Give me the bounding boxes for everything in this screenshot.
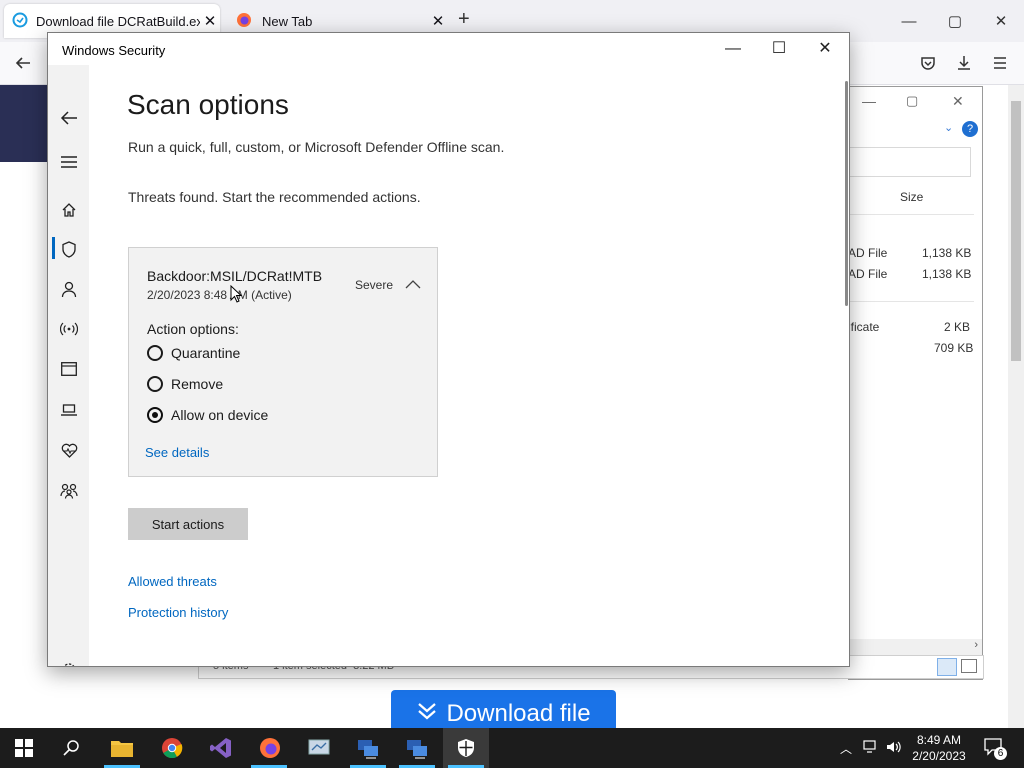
- start-button-icon[interactable]: [10, 734, 38, 762]
- radio-remove[interactable]: Remove: [147, 376, 223, 392]
- radio-circle-selected[interactable]: [147, 407, 163, 423]
- protection-history-link[interactable]: Protection history: [128, 605, 228, 620]
- close-button[interactable]: ✕: [802, 33, 848, 65]
- window-title: Windows Security: [62, 43, 166, 58]
- file-type: AD File: [848, 246, 888, 260]
- explorer-close-icon[interactable]: ✕: [952, 93, 964, 110]
- radio-label: Allow on device: [171, 407, 269, 423]
- visual-studio-icon[interactable]: [207, 734, 235, 762]
- remote-desktop-icon[interactable]: [403, 734, 431, 762]
- windows-security-window: Windows Security — ☐ ✕ Scan options Run …: [47, 32, 850, 667]
- app-browser-icon[interactable]: [56, 356, 82, 382]
- radio-circle[interactable]: [147, 376, 163, 392]
- action-options-label: Action options:: [147, 321, 239, 337]
- explorer-maximize-icon[interactable]: ▢: [906, 93, 918, 109]
- details-view-icon[interactable]: [937, 658, 957, 676]
- settings-icon[interactable]: [56, 657, 82, 666]
- selected-indicator: [52, 237, 55, 259]
- tiles-view-icon[interactable]: [961, 659, 977, 673]
- chevron-down-double-icon: [416, 700, 438, 728]
- file-size: 1,138 KB: [922, 267, 972, 281]
- threat-name: Backdoor:MSIL/DCRat!MTB: [147, 268, 323, 284]
- threats-found-text: Threats found. Start the recommended act…: [128, 189, 421, 205]
- chevron-up-tray-icon[interactable]: ︿: [840, 740, 852, 757]
- start-actions-button[interactable]: Start actions: [128, 508, 248, 540]
- browser-maximize-button[interactable]: ▢: [932, 8, 978, 36]
- shield-icon[interactable]: [56, 236, 82, 262]
- volume-icon[interactable]: [886, 740, 902, 759]
- see-details-link[interactable]: See details: [145, 445, 209, 460]
- page-scrollbar[interactable]: [1008, 85, 1024, 728]
- threat-date: 2/20/2023 8:48 AM (Active): [147, 288, 292, 302]
- downloads-icon[interactable]: [955, 54, 973, 77]
- network-app-icon[interactable]: [305, 734, 333, 762]
- firefox-icon: [236, 12, 254, 31]
- wireless-icon[interactable]: [56, 316, 82, 342]
- file-explorer-icon[interactable]: [108, 734, 136, 762]
- content-scrollbar[interactable]: [845, 81, 848, 306]
- clock-time: 8:49 AM: [916, 733, 962, 747]
- hamburger-menu-icon[interactable]: [991, 54, 1009, 77]
- file-size: 2 KB: [944, 320, 971, 334]
- radio-label: Remove: [171, 376, 224, 392]
- clock-date: 2/20/2023: [912, 749, 966, 763]
- radio-quarantine[interactable]: Quarantine: [147, 345, 240, 361]
- tab-label: Download file DCRatBuild.exe r: [36, 13, 200, 29]
- radio-allow-on-device[interactable]: Allow on device: [147, 407, 268, 423]
- explorer-search-box[interactable]: [848, 147, 971, 177]
- windows-security-shield-icon[interactable]: [452, 734, 480, 762]
- notification-badge: 6: [994, 747, 1007, 760]
- back-arrow-icon[interactable]: [14, 54, 32, 77]
- help-icon[interactable]: ?: [962, 121, 978, 137]
- page-title: Scan options: [127, 89, 289, 120]
- close-tab-icon[interactable]: ✕: [200, 12, 220, 30]
- heart-icon[interactable]: [56, 437, 82, 463]
- file-size: 709 KB: [934, 341, 974, 355]
- column-header-size[interactable]: Size: [900, 190, 923, 204]
- home-icon[interactable]: [56, 197, 82, 223]
- close-tab-icon[interactable]: ✕: [428, 12, 448, 30]
- search-icon[interactable]: [58, 734, 86, 762]
- file-size: 1,138 KB: [922, 246, 972, 260]
- network-icon[interactable]: [863, 740, 879, 759]
- taskbar: ︿ 8:49 AM 2/20/2023 6: [0, 728, 1024, 768]
- download-site-icon: [12, 12, 30, 31]
- new-tab-button[interactable]: +: [458, 8, 470, 31]
- system-clock[interactable]: 8:49 AM 2/20/2023: [908, 732, 970, 764]
- menu-icon[interactable]: [56, 149, 82, 175]
- back-icon[interactable]: [56, 105, 82, 131]
- explorer-h-scrollbar[interactable]: ›: [848, 639, 982, 655]
- browser-minimize-button[interactable]: —: [886, 8, 932, 36]
- download-file-label: Download file: [446, 700, 591, 727]
- page-subtitle: Run a quick, full, custom, or Microsoft …: [128, 139, 505, 155]
- person-icon[interactable]: [56, 276, 82, 302]
- file-type: ificate: [848, 320, 880, 334]
- laptop-icon[interactable]: [56, 397, 82, 423]
- page-header-band: [0, 85, 48, 162]
- pocket-icon[interactable]: [919, 54, 937, 77]
- maximize-button[interactable]: ☐: [756, 33, 802, 65]
- tab-label: New Tab: [262, 13, 313, 29]
- chrome-icon[interactable]: [158, 734, 186, 762]
- explorer-minimize-icon[interactable]: —: [862, 93, 876, 109]
- minimize-button[interactable]: —: [710, 33, 756, 65]
- allowed-threats-link[interactable]: Allowed threats: [128, 574, 217, 589]
- radio-circle[interactable]: [147, 345, 163, 361]
- mouse-cursor-icon: [230, 284, 243, 308]
- family-icon[interactable]: [56, 478, 82, 504]
- radio-label: Quarantine: [171, 345, 241, 361]
- navigation-pane: [48, 65, 89, 666]
- chevron-down-icon[interactable]: ⌄: [944, 121, 953, 134]
- chevron-up-icon[interactable]: [405, 276, 421, 294]
- threat-card: Backdoor:MSIL/DCRat!MTB 2/20/2023 8:48 A…: [128, 247, 438, 477]
- threat-severity: Severe: [355, 278, 394, 292]
- file-type: AD File: [848, 267, 888, 281]
- file-explorer-window: — ▢ ✕ ⌄ ? Size AD File 1,138 KB AD File …: [848, 86, 983, 680]
- browser-close-button[interactable]: ✕: [978, 8, 1024, 36]
- firefox-taskbar-icon[interactable]: [256, 734, 284, 762]
- remote-desktop-icon[interactable]: [354, 734, 382, 762]
